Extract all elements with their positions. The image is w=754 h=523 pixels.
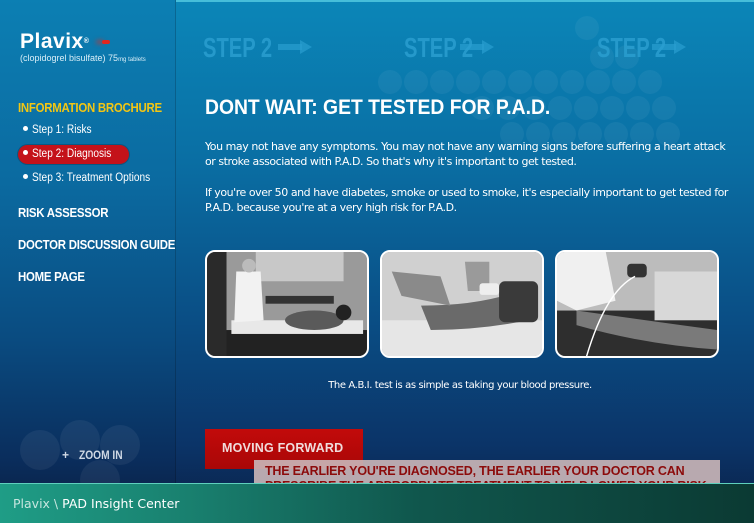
bullet-icon bbox=[23, 174, 28, 180]
zoom-in-button[interactable]: + ZOOM IN bbox=[62, 448, 130, 462]
arrow-right-icon bbox=[652, 40, 686, 54]
nav-label: DOCTOR DISCUSSION GUIDE bbox=[18, 237, 176, 252]
decor-circle bbox=[626, 96, 650, 120]
top-highlight bbox=[176, 0, 754, 2]
decor-circle bbox=[404, 70, 428, 94]
decor-circle bbox=[534, 70, 558, 94]
photo-caption: The A.B.I. test is as simple as taking y… bbox=[328, 380, 592, 391]
footer-title: PAD Insight Center bbox=[62, 496, 180, 511]
nav-label: Step 1: Risks bbox=[32, 124, 92, 136]
photo-ankle-cuff bbox=[380, 250, 544, 358]
decor-circle bbox=[20, 430, 60, 470]
footer-separator: \ bbox=[49, 496, 63, 511]
arrow-right-icon bbox=[460, 40, 494, 54]
app-window: Plavix® (clopidogrel bisulfate) 75mg tab… bbox=[0, 0, 754, 523]
decor-circle bbox=[430, 70, 454, 94]
zoom-in-label: ZOOM IN bbox=[79, 448, 123, 462]
footer-bar: Plavix \ PAD Insight Center bbox=[0, 483, 754, 523]
logo-subtitle: (clopidogrel bisulfate) 75mg tablets bbox=[20, 53, 146, 63]
moving-forward-label: MOVING FORWARD bbox=[222, 441, 344, 455]
nav-label: Step 3: Treatment Options bbox=[32, 172, 151, 184]
decor-circle bbox=[586, 70, 610, 94]
bullet-icon bbox=[23, 150, 28, 156]
nav-home-page[interactable]: HOME PAGE bbox=[18, 269, 94, 284]
arrow-right-icon bbox=[278, 40, 312, 54]
decor-circle bbox=[575, 16, 599, 40]
nav-label: HOME PAGE bbox=[18, 269, 85, 284]
bullet-icon bbox=[23, 126, 28, 132]
nav-doctor-discussion-guide[interactable]: DOCTOR DISCUSSION GUIDE bbox=[18, 237, 197, 252]
nav-step-3-treatment[interactable]: Step 3: Treatment Options bbox=[18, 169, 173, 188]
decor-circle bbox=[638, 70, 662, 94]
photo-doppler-arm bbox=[555, 250, 719, 358]
footer-breadcrumb: Plavix \ PAD Insight Center bbox=[13, 496, 179, 511]
logo-wordmark: Plavix® bbox=[20, 30, 90, 53]
decor-circle bbox=[482, 70, 506, 94]
step-label: STEP 2 bbox=[203, 32, 273, 63]
intro-paragraph: You may not have any symptoms. You may n… bbox=[205, 140, 726, 168]
decor-circle bbox=[652, 96, 676, 120]
risk-paragraph: If you're over 50 and have diabetes, smo… bbox=[205, 186, 728, 214]
footer-brand: Plavix bbox=[13, 496, 50, 511]
nav-step-1-risks[interactable]: Step 1: Risks bbox=[18, 121, 107, 140]
plus-icon: + bbox=[62, 448, 70, 462]
plavix-logo[interactable]: Plavix® (clopidogrel bisulfate) 75mg tab… bbox=[20, 30, 146, 63]
sidebar: Plavix® (clopidogrel bisulfate) 75mg tab… bbox=[0, 0, 176, 523]
decor-circle bbox=[574, 96, 598, 120]
decor-circle bbox=[600, 96, 624, 120]
logo-red-dot bbox=[102, 40, 110, 44]
decor-circle bbox=[560, 70, 584, 94]
decor-circle bbox=[378, 70, 402, 94]
page-title: DONT WAIT: GET TESTED FOR P.A.D. bbox=[205, 96, 551, 119]
decor-circle bbox=[508, 70, 532, 94]
decor-circle bbox=[456, 70, 480, 94]
nav-label: Step 2: Diagnosis bbox=[32, 148, 112, 160]
decor-circle bbox=[612, 70, 636, 94]
nav-label: RISK ASSESSOR bbox=[18, 205, 109, 220]
photo-doctor-exam bbox=[205, 250, 369, 358]
teaser-line: THE EARLIER YOU'RE DIAGNOSED, THE EARLIE… bbox=[265, 464, 685, 478]
nav-risk-assessor[interactable]: RISK ASSESSOR bbox=[18, 205, 121, 220]
nav-step-2-diagnosis[interactable]: Step 2: Diagnosis bbox=[18, 145, 130, 164]
decor-circle bbox=[548, 96, 572, 120]
nav-information-brochure[interactable]: INFORMATION BROCHURE bbox=[18, 100, 181, 115]
nav-label: INFORMATION BROCHURE bbox=[18, 100, 162, 115]
